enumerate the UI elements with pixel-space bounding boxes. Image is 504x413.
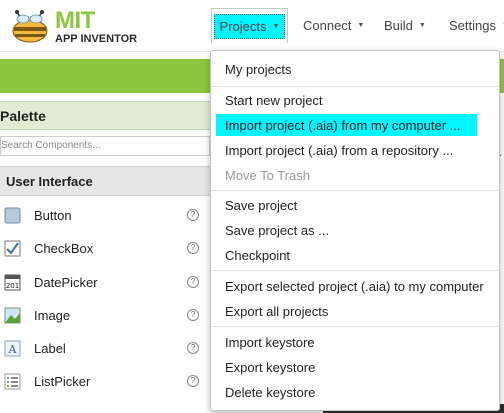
- caret-down-icon: ▼: [272, 22, 280, 30]
- logo-product-text: APP INVENTOR: [55, 33, 138, 45]
- menu-item-import-from-computer[interactable]: Import project (.aia) from my computer .…: [216, 114, 477, 136]
- nav-build-label: Build: [384, 18, 413, 33]
- menu-item-export-all-projects[interactable]: Export all projects: [225, 300, 328, 322]
- palette-header: Palette: [0, 101, 210, 130]
- checkbox-icon: [4, 240, 21, 257]
- help-icon[interactable]: ?: [187, 342, 199, 354]
- help-icon[interactable]: ?: [187, 276, 199, 288]
- top-bar: MIT APP INVENTOR Projects ▼ Connect ▼ Bu…: [0, 0, 504, 52]
- palette-item-label: ListPicker: [34, 374, 91, 389]
- nav-connect-menu[interactable]: Connect ▼: [303, 8, 364, 43]
- nav-projects-menu[interactable]: Projects ▼: [211, 8, 288, 43]
- category-user-interface[interactable]: User Interface: [0, 166, 210, 196]
- palette-item-label: Button: [34, 208, 72, 223]
- palette-item-listpicker[interactable]: ListPicker ?: [0, 366, 210, 399]
- nav-connect-label: Connect: [303, 18, 352, 33]
- help-icon[interactable]: ?: [187, 309, 199, 321]
- menu-separator: [211, 270, 499, 271]
- help-icon[interactable]: ?: [187, 242, 199, 254]
- menu-item-start-new-project[interactable]: Start new project: [225, 89, 323, 111]
- palette-item-datepicker[interactable]: 201 DatePicker ?: [0, 267, 210, 300]
- menu-item-import-keystore[interactable]: Import keystore: [225, 331, 315, 353]
- menu-item-checkpoint[interactable]: Checkpoint: [225, 244, 290, 266]
- menu-item-save-project[interactable]: Save project: [225, 194, 297, 216]
- palette-item-label: Image: [34, 308, 71, 323]
- nav-settings-menu[interactable]: Settings ▼: [449, 8, 504, 43]
- label-icon: A: [4, 340, 21, 357]
- listpicker-icon: [4, 373, 21, 390]
- menu-separator: [211, 86, 499, 87]
- palette-item-label: Label: [34, 341, 66, 356]
- nav-projects-label: Projects: [219, 18, 267, 34]
- palette-item-label: DatePicker: [34, 275, 98, 290]
- svg-text:201: 201: [6, 282, 19, 290]
- menu-separator: [211, 190, 499, 191]
- app-inventor-logo[interactable]: MIT APP INVENTOR: [8, 4, 148, 48]
- bee-logo-icon: [12, 10, 48, 43]
- svg-text:A: A: [8, 343, 18, 356]
- menu-separator: [211, 326, 499, 327]
- menu-item-import-from-repository[interactable]: Import project (.aia) from a repository …: [225, 139, 453, 161]
- image-icon: [4, 307, 21, 324]
- logo-mit-text: MIT: [55, 7, 95, 34]
- menu-item-export-keystore[interactable]: Export keystore: [225, 356, 315, 378]
- datepicker-icon: 201: [4, 274, 21, 291]
- help-icon[interactable]: ?: [187, 209, 199, 221]
- projects-dropdown-menu: My projects Start new project Import pro…: [210, 50, 500, 411]
- palette-item-label-component[interactable]: A Label ?: [0, 333, 210, 366]
- nav-projects-focus: Projects ▼: [213, 13, 286, 39]
- nav-build-menu[interactable]: Build ▼: [384, 8, 426, 43]
- menu-item-save-project-as[interactable]: Save project as ...: [225, 219, 329, 241]
- palette-item-checkbox[interactable]: CheckBox ?: [0, 233, 210, 266]
- button-icon: [4, 207, 21, 224]
- caret-down-icon: ▼: [418, 22, 426, 29]
- palette-item-image[interactable]: Image ?: [0, 300, 210, 333]
- menu-item-delete-keystore[interactable]: Delete keystore: [225, 381, 315, 403]
- caret-down-icon: ▼: [357, 22, 365, 29]
- menu-item-export-selected-project[interactable]: Export selected project (.aia) to my com…: [225, 275, 484, 297]
- palette-search-input[interactable]: Search Components...: [0, 136, 210, 156]
- nav-settings-label: Settings: [449, 18, 496, 33]
- menu-item-my-projects[interactable]: My projects: [225, 58, 291, 80]
- palette-item-button[interactable]: Button ?: [0, 200, 210, 233]
- menu-item-move-to-trash[interactable]: Move To Trash: [225, 164, 310, 186]
- help-icon[interactable]: ?: [187, 375, 199, 387]
- palette-item-label: CheckBox: [34, 241, 94, 256]
